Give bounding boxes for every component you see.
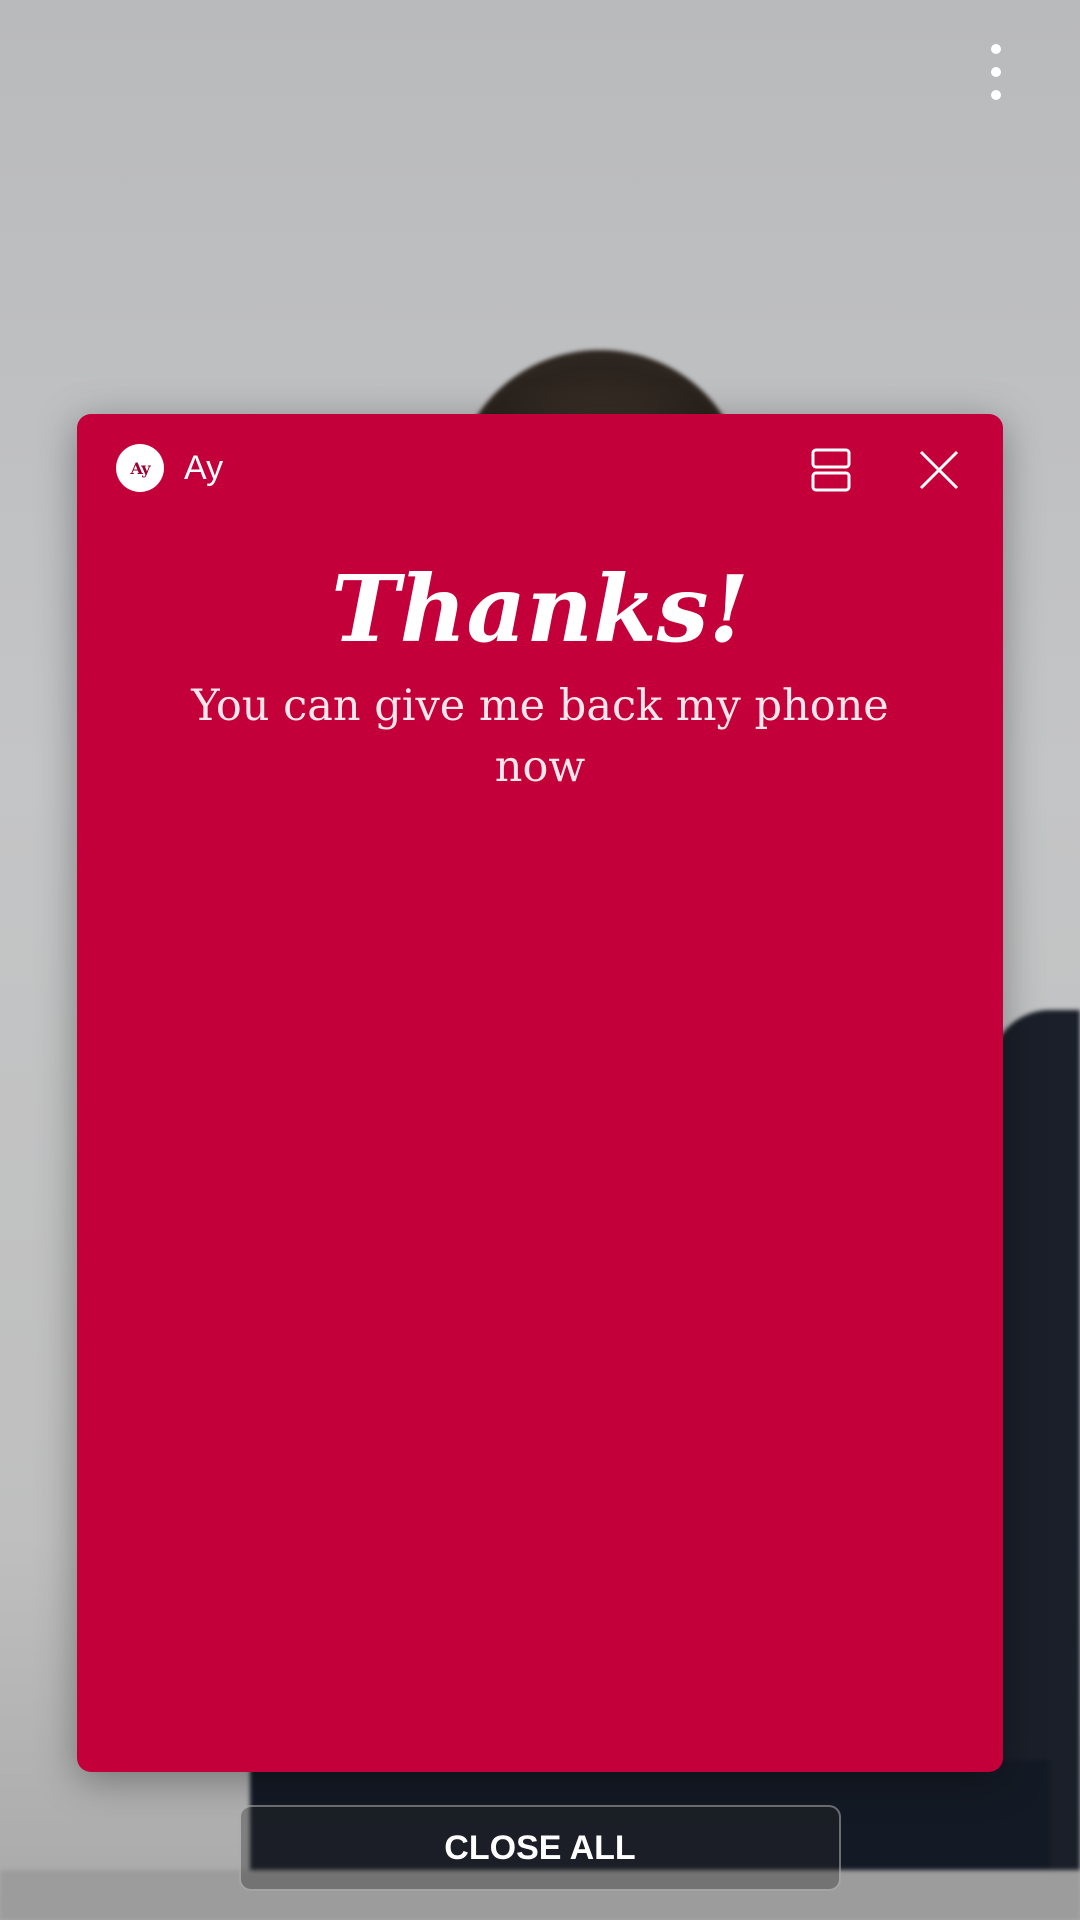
- close-all-button[interactable]: CLOSE ALL: [239, 1805, 841, 1891]
- app-icon: Ay: [116, 444, 164, 492]
- split-screen-icon[interactable]: [805, 444, 857, 496]
- app-icon-text: Ay: [130, 458, 150, 478]
- thanks-title: Thanks!: [331, 555, 749, 663]
- app-name: Ay: [184, 449, 224, 487]
- thanks-message: You can give me back my phone now: [191, 681, 889, 792]
- card-header: Ay Ay: [77, 414, 1003, 524]
- recent-app-card[interactable]: Ay Ay Thanks! You can give me back my ph…: [77, 414, 1003, 1772]
- close-icon[interactable]: [911, 442, 967, 498]
- recents-screen: Ay Ay Thanks! You can give me back my ph…: [0, 0, 1080, 1920]
- more-vert-icon[interactable]: [980, 44, 1012, 100]
